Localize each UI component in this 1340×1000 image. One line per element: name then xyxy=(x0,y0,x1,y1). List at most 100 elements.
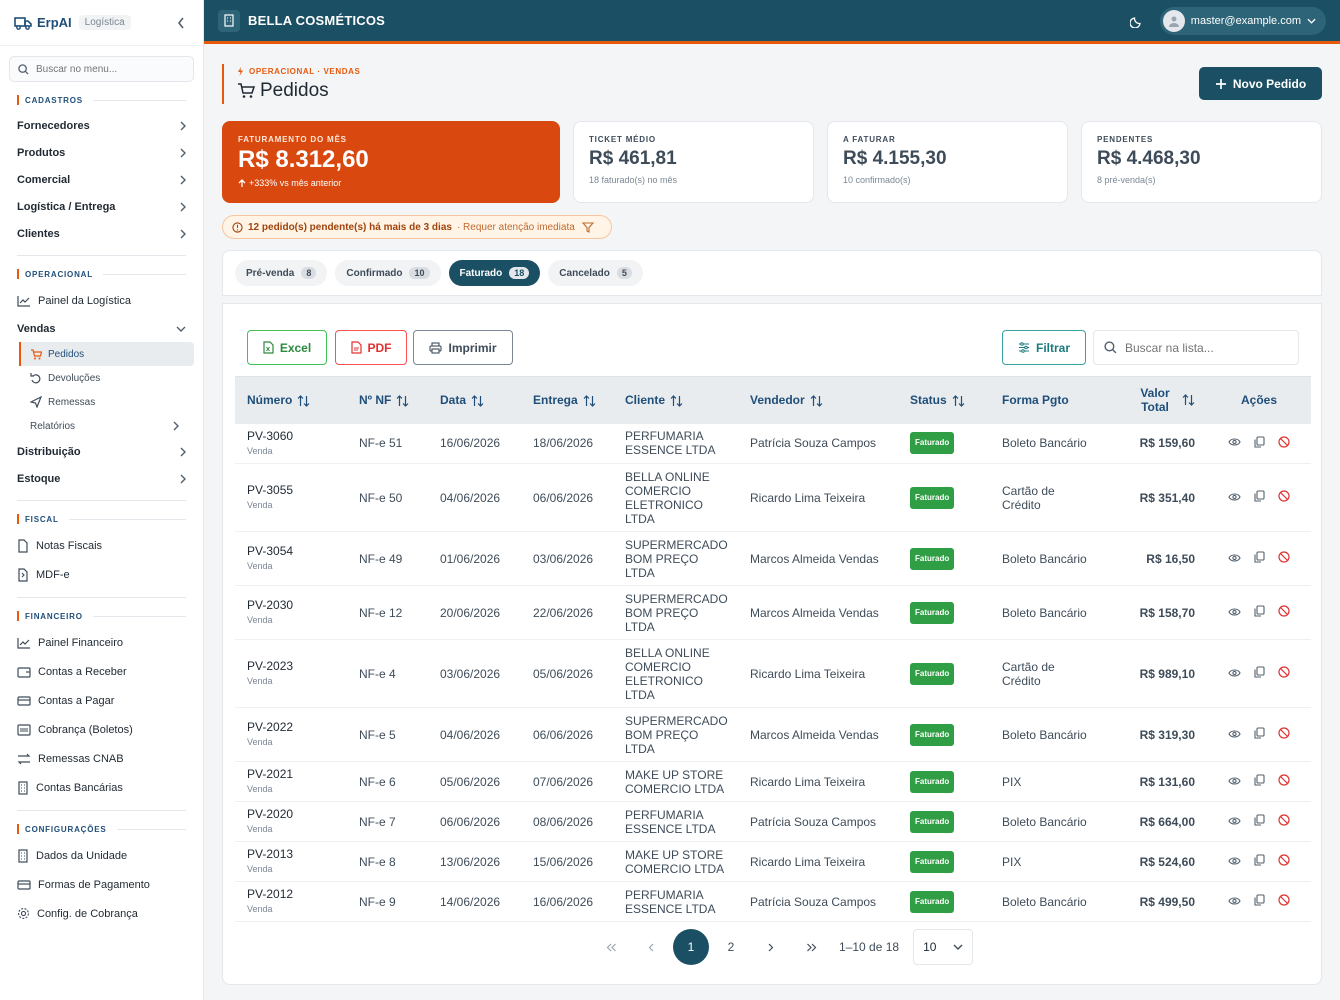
cancel-icon[interactable] xyxy=(1278,727,1290,742)
nav-contas-pagar[interactable]: Contas a Pagar xyxy=(0,686,203,715)
nav-config-cobranca[interactable]: Config. de Cobrança xyxy=(0,899,203,928)
nav-distribuicao[interactable]: Distribuição xyxy=(0,438,203,465)
copy-icon[interactable] xyxy=(1254,854,1265,869)
table-row[interactable]: PV-2021 Venda NF-e 6 05/06/2026 07/06/2026 MA… xyxy=(235,761,1311,802)
nav-fornecedores[interactable]: Fornecedores xyxy=(0,112,203,139)
nav-sub-devolucoes[interactable]: Devoluções xyxy=(19,366,194,390)
col-numero[interactable]: Número xyxy=(235,376,347,424)
tab-confirmado[interactable]: Confirmado 10 xyxy=(335,260,441,286)
view-icon[interactable] xyxy=(1228,895,1241,909)
moon-icon[interactable] xyxy=(1129,14,1144,28)
nav-clientes[interactable]: Clientes xyxy=(0,220,203,247)
copy-icon[interactable] xyxy=(1254,436,1265,451)
tab-faturado[interactable]: Faturado 18 xyxy=(448,260,541,286)
tab-cancelado[interactable]: Cancelado 5 xyxy=(548,260,643,286)
table-row[interactable]: PV-3054 Venda NF-e 49 01/06/2026 03/06/2026 S… xyxy=(235,531,1311,586)
cancel-icon[interactable] xyxy=(1278,436,1290,451)
cancel-icon[interactable] xyxy=(1278,666,1290,681)
nav-painel-financeiro[interactable]: Painel Financeiro xyxy=(0,628,203,657)
first-page-button[interactable] xyxy=(593,929,629,965)
nav-contas-bancarias[interactable]: Contas Bancárias xyxy=(0,773,203,802)
table-row[interactable]: PV-2022 Venda NF-e 5 04/06/2026 06/06/2026 SU… xyxy=(235,707,1311,762)
nav-remessas-cnab[interactable]: Remessas CNAB xyxy=(0,744,203,773)
last-page-button[interactable] xyxy=(793,929,829,965)
copy-icon[interactable] xyxy=(1254,605,1265,620)
table-row[interactable]: PV-2030 Venda NF-e 12 20/06/2026 22/06/2026 S… xyxy=(235,585,1311,640)
view-icon[interactable] xyxy=(1228,436,1241,450)
nav-estoque[interactable]: Estoque xyxy=(0,465,203,492)
nav-painel-logistica[interactable]: Painel da Logística xyxy=(0,286,203,315)
cancel-icon[interactable] xyxy=(1278,605,1290,620)
col-cliente[interactable]: Cliente xyxy=(613,376,738,424)
prev-page-button[interactable] xyxy=(633,929,669,965)
view-icon[interactable] xyxy=(1228,667,1241,681)
view-icon[interactable] xyxy=(1228,855,1241,869)
nav-notas-fiscais[interactable]: Notas Fiscais xyxy=(0,531,203,560)
nav-formas-pagamento[interactable]: Formas de Pagamento xyxy=(0,870,203,899)
col-nf[interactable]: Nº NF xyxy=(347,376,428,424)
col-vendedor[interactable]: Vendedor xyxy=(738,376,898,424)
copy-icon[interactable] xyxy=(1254,727,1265,742)
filter-button[interactable]: Filtrar xyxy=(1002,330,1086,365)
sort-icon xyxy=(952,395,965,407)
col-entrega[interactable]: Entrega xyxy=(521,376,613,424)
nav-dados-unidade[interactable]: Dados da Unidade xyxy=(0,841,203,870)
filter-icon[interactable] xyxy=(581,221,599,233)
cancel-icon[interactable] xyxy=(1278,814,1290,829)
view-icon[interactable] xyxy=(1228,815,1241,829)
table-row[interactable]: PV-2013 Venda NF-e 8 13/06/2026 15/06/2026 MA… xyxy=(235,841,1311,882)
table-row[interactable]: PV-2020 Venda NF-e 7 06/06/2026 08/06/2026 PE… xyxy=(235,801,1311,842)
nav-cobranca-boletos[interactable]: Cobrança (Boletos) xyxy=(0,715,203,744)
view-icon[interactable] xyxy=(1228,491,1241,505)
nav-produtos[interactable]: Produtos xyxy=(0,139,203,166)
menu-search-input[interactable] xyxy=(36,63,176,75)
nav-comercial[interactable]: Comercial xyxy=(0,166,203,193)
cancel-icon[interactable] xyxy=(1278,774,1290,789)
order-type: Venda xyxy=(247,561,273,571)
view-icon[interactable] xyxy=(1228,775,1241,789)
export-excel-button[interactable]: Excel xyxy=(247,330,327,365)
nav-sub-remessas[interactable]: Remessas xyxy=(19,390,194,414)
page-1-button[interactable]: 1 xyxy=(673,929,709,965)
nav-mdfe[interactable]: MDF-e xyxy=(0,560,203,589)
view-icon[interactable] xyxy=(1228,728,1241,742)
view-icon[interactable] xyxy=(1228,552,1241,566)
view-icon[interactable] xyxy=(1228,606,1241,620)
page-2-button[interactable]: 2 xyxy=(713,929,749,965)
table-row[interactable]: PV-3060 Venda NF-e 51 16/06/2026 18/06/2026 P… xyxy=(235,423,1311,464)
page-size-select[interactable]: 10 xyxy=(913,929,974,965)
cancel-icon[interactable] xyxy=(1278,490,1290,505)
copy-icon[interactable] xyxy=(1254,814,1265,829)
list-search[interactable] xyxy=(1093,330,1299,365)
copy-icon[interactable] xyxy=(1254,894,1265,909)
copy-icon[interactable] xyxy=(1254,666,1265,681)
nav-sub-relatorios[interactable]: Relatórios xyxy=(19,414,194,438)
col-valor[interactable]: Valor Total xyxy=(1107,376,1207,424)
cancel-icon[interactable] xyxy=(1278,894,1290,909)
print-button[interactable]: Imprimir xyxy=(413,330,513,365)
pending-alert[interactable]: 12 pedido(s) pendente(s) há mais de 3 di… xyxy=(222,215,612,239)
new-order-button[interactable]: Novo Pedido xyxy=(1199,67,1322,100)
export-pdf-button[interactable]: PDF xyxy=(335,330,407,365)
copy-icon[interactable] xyxy=(1254,774,1265,789)
nav-logistica-entrega[interactable]: Logística / Entrega xyxy=(0,193,203,220)
col-data[interactable]: Data xyxy=(428,376,521,424)
user-menu[interactable]: master@example.com xyxy=(1159,6,1326,35)
nav-sub-pedidos[interactable]: Pedidos xyxy=(19,342,194,366)
table-row[interactable]: PV-2012 Venda NF-e 9 14/06/2026 16/06/2026 PE… xyxy=(235,881,1311,922)
collapse-sidebar-button[interactable] xyxy=(173,17,189,29)
copy-icon[interactable] xyxy=(1254,551,1265,566)
col-status[interactable]: Status xyxy=(898,376,990,424)
table-row[interactable]: PV-2023 Venda NF-e 4 03/06/2026 05/06/2026 BE… xyxy=(235,639,1311,708)
cell-nf: NF-e 8 xyxy=(347,841,428,882)
list-search-input[interactable] xyxy=(1125,340,1285,355)
cancel-icon[interactable] xyxy=(1278,854,1290,869)
copy-icon[interactable] xyxy=(1254,490,1265,505)
nav-vendas[interactable]: Vendas xyxy=(0,315,203,342)
menu-search[interactable] xyxy=(9,56,194,82)
cancel-icon[interactable] xyxy=(1278,551,1290,566)
nav-contas-receber[interactable]: Contas a Receber xyxy=(0,657,203,686)
tab-pre-venda[interactable]: Pré-venda 8 xyxy=(235,260,328,286)
next-page-button[interactable] xyxy=(753,929,789,965)
table-row[interactable]: PV-3055 Venda NF-e 50 04/06/2026 06/06/2026 B… xyxy=(235,463,1311,532)
